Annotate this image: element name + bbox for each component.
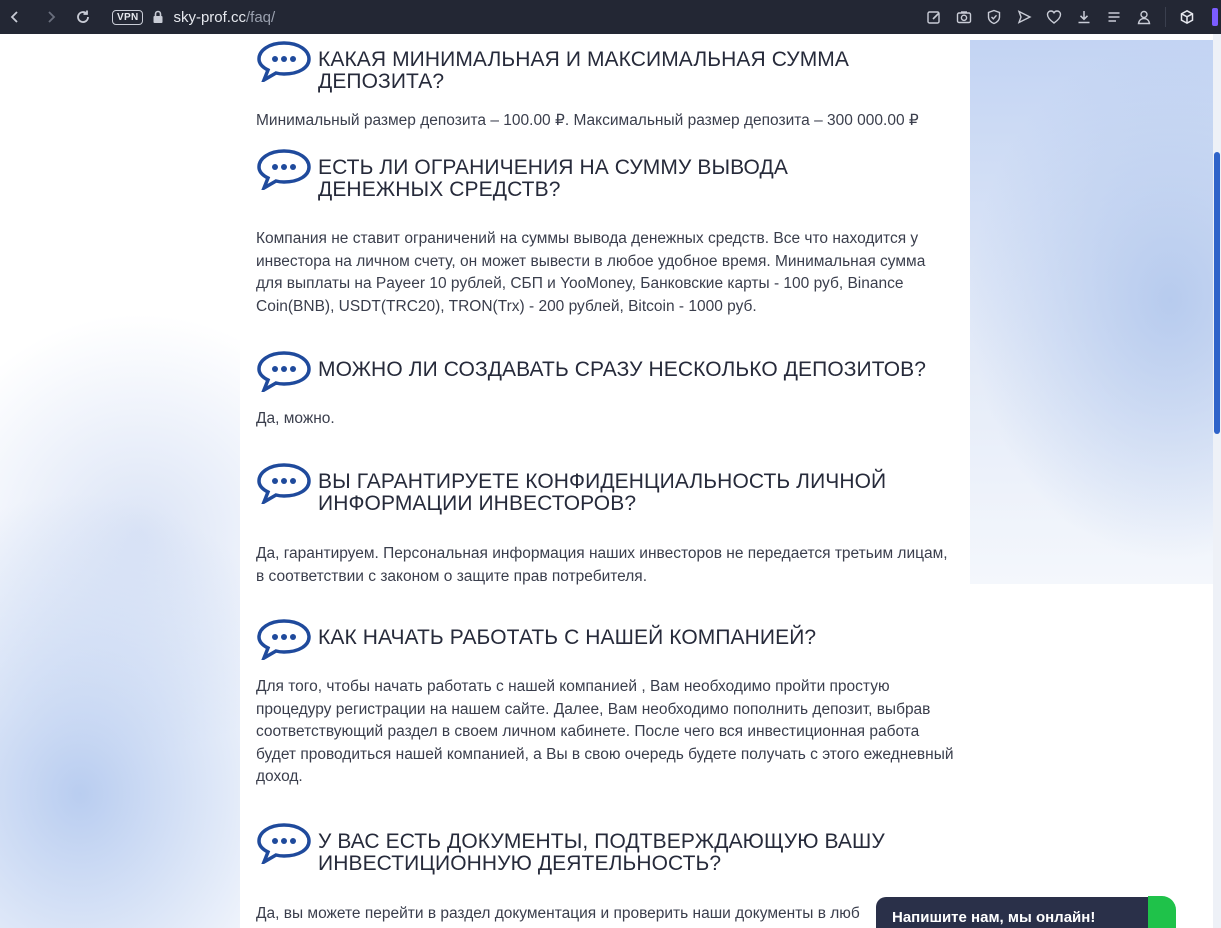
cube-icon (1180, 9, 1194, 25)
user-icon (1137, 10, 1151, 25)
url-path: /faq/ (245, 8, 276, 26)
camera-icon (956, 11, 972, 24)
send-button[interactable] (1009, 2, 1039, 32)
heart-icon (1046, 10, 1062, 24)
faq-answer: Да, гарантируем. Персональная информация… (256, 545, 948, 585)
send-icon (1017, 10, 1032, 24)
faq-item: У ВАС ЕСТЬ ДОКУМЕНТЫ, ПОДТВЕРЖДАЮЩУЮ ВАШ… (256, 823, 956, 926)
faq-question: КАК НАЧАТЬ РАБОТАТЬ С НАШЕЙ КОМПАНИЕЙ? (318, 626, 817, 649)
chat-online-indicator[interactable] (1148, 896, 1176, 928)
faq-answer: Да, вы можете перейти в раздел документа… (256, 905, 860, 922)
download-icon (1078, 11, 1090, 24)
address-bar[interactable]: sky-prof.cc/faq/ (173, 9, 275, 26)
faq-answer: Минимальный размер депозита – 100.00 ₽. … (256, 112, 919, 129)
downloads-button[interactable] (1069, 2, 1099, 32)
chat-widget[interactable]: Напишите нам, мы онлайн! (876, 897, 1160, 928)
profile-button[interactable] (1129, 2, 1159, 32)
faq-question-row: У ВАС ЕСТЬ ДОКУМЕНТЫ, ПОДТВЕРЖДАЮЩУЮ ВАШ… (256, 823, 956, 875)
lock-icon[interactable] (151, 10, 165, 24)
reload-icon (77, 10, 89, 23)
decorative-panel (970, 40, 1213, 584)
faq-item: КАК НАЧАТЬ РАБОТАТЬ С НАШЕЙ КОМПАНИЕЙ? Д… (256, 619, 956, 789)
speech-bubble-icon (257, 823, 311, 864)
browser-toolbar: VPN sky-prof.cc/faq/ (0, 0, 1221, 34)
faq-question-row: ВЫ ГАРАНТИРУЕТЕ КОНФИДЕНЦИАЛЬНОСТЬ ЛИЧНО… (256, 463, 956, 515)
url-domain: sky-prof.cc (173, 8, 246, 26)
scrollbar-thumb[interactable] (1214, 152, 1220, 434)
forward-arrow-icon (48, 11, 56, 23)
faq-question: ВЫ ГАРАНТИРУЕТЕ КОНФИДЕНЦИАЛЬНОСТЬ ЛИЧНО… (318, 470, 887, 515)
faq-question-row: ЕСТЬ ЛИ ОГРАНИЧЕНИЯ НА СУММУ ВЫВОДА ДЕНЕ… (256, 149, 956, 201)
faq-answer: Для того, чтобы начать работать с нашей … (256, 678, 954, 785)
faq-question-row: МОЖНО ЛИ СОЗДАВАТЬ СРАЗУ НЕСКОЛЬКО ДЕПОЗ… (256, 351, 956, 392)
faq-answer: Компания не ставит ограничений на суммы … (256, 230, 926, 315)
sidebar-accent[interactable] (1212, 8, 1218, 26)
shield-button[interactable] (979, 2, 1009, 32)
toolbar-actions (919, 0, 1221, 34)
speech-bubble-icon (257, 463, 311, 504)
menu-lines-icon (1108, 12, 1120, 22)
faq-item: ВЫ ГАРАНТИРУЕТЕ КОНФИДЕНЦИАЛЬНОСТЬ ЛИЧНО… (256, 463, 956, 588)
faq-item: ЕСТЬ ЛИ ОГРАНИЧЕНИЯ НА СУММУ ВЫВОДА ДЕНЕ… (256, 149, 956, 318)
faq-answer: Да, можно. (256, 410, 335, 427)
vpn-badge[interactable]: VPN (112, 9, 144, 25)
faq-question-row: КАК НАЧАТЬ РАБОТАТЬ С НАШЕЙ КОМПАНИЕЙ? (256, 619, 956, 660)
speech-bubble-icon (257, 351, 311, 392)
faq-item: МОЖНО ЛИ СОЗДАВАТЬ СРАЗУ НЕСКОЛЬКО ДЕПОЗ… (256, 351, 956, 431)
faq-question: КАКАЯ МИНИМАЛЬНАЯ И МАКСИМАЛЬНАЯ СУММА Д… (318, 48, 850, 93)
shield-check-icon (987, 9, 1001, 25)
faq-question: МОЖНО ЛИ СОЗДАВАТЬ СРАЗУ НЕСКОЛЬКО ДЕПОЗ… (318, 358, 927, 381)
screenshot-button[interactable] (949, 2, 979, 32)
faq-item: КАКАЯ МИНИМАЛЬНАЯ И МАКСИМАЛЬНАЯ СУММА Д… (256, 41, 956, 133)
back-arrow-icon (10, 11, 18, 23)
edit-button[interactable] (919, 2, 949, 32)
speech-bubble-icon (257, 149, 311, 190)
back-button[interactable] (0, 2, 30, 32)
reload-button[interactable] (68, 2, 98, 32)
faq-content: КАКАЯ МИНИМАЛЬНАЯ И МАКСИМАЛЬНАЯ СУММА Д… (240, 34, 970, 928)
faq-question: У ВАС ЕСТЬ ДОКУМЕНТЫ, ПОДТВЕРЖДАЮЩУЮ ВАШ… (318, 830, 885, 875)
forward-button[interactable] (36, 2, 66, 32)
favorites-button[interactable] (1039, 2, 1069, 32)
faq-question-row: КАКАЯ МИНИМАЛЬНАЯ И МАКСИМАЛЬНАЯ СУММА Д… (256, 41, 956, 93)
chat-widget-label: Напишите нам, мы онлайн! (892, 909, 1096, 926)
edit-icon (927, 11, 940, 24)
extensions-button[interactable] (1172, 2, 1202, 32)
speech-bubble-icon (257, 41, 311, 82)
faq-question: ЕСТЬ ЛИ ОГРАНИЧЕНИЯ НА СУММУ ВЫВОДА ДЕНЕ… (318, 156, 788, 201)
speech-bubble-icon (257, 619, 311, 660)
menu-button[interactable] (1099, 2, 1129, 32)
toolbar-separator (1165, 7, 1166, 27)
